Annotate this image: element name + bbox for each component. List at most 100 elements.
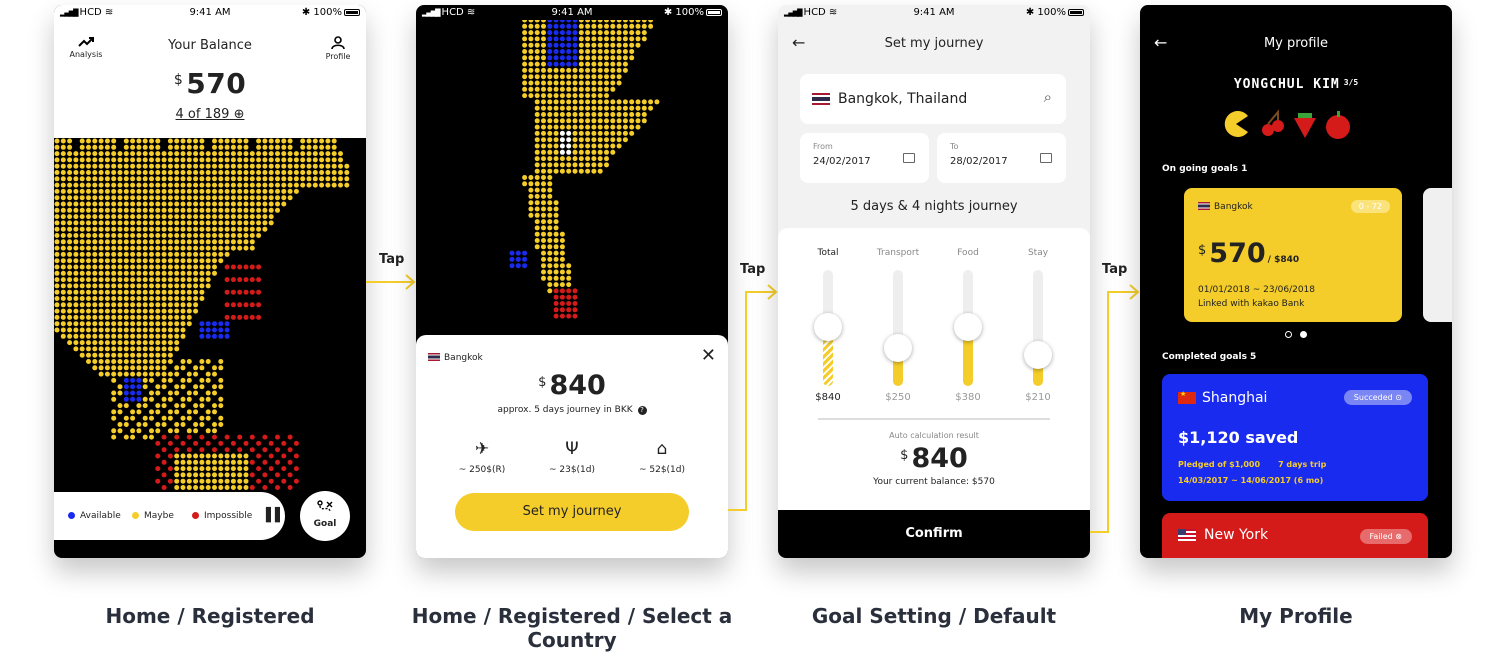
map-dot bbox=[155, 352, 161, 358]
goal-dates: 01/01/2018 ~ 23/06/2018 bbox=[1198, 285, 1316, 295]
map-dot bbox=[553, 20, 559, 23]
map-dot bbox=[559, 231, 565, 237]
slider-track[interactable] bbox=[884, 270, 912, 386]
map-dot bbox=[243, 453, 249, 459]
map-dot bbox=[123, 270, 129, 276]
map-dot bbox=[186, 359, 192, 364]
map-dot bbox=[212, 409, 217, 415]
map-dot bbox=[142, 138, 148, 144]
map-dot bbox=[541, 30, 546, 36]
map-dot bbox=[123, 403, 129, 409]
completed-goal-card[interactable]: Shanghai Succeded ⊙ $1,120 saved Pledged… bbox=[1162, 374, 1428, 501]
map-dot bbox=[553, 256, 559, 262]
page-dot[interactable] bbox=[1300, 331, 1307, 338]
map-dot bbox=[60, 314, 66, 320]
map-dot bbox=[104, 239, 110, 245]
map-dot bbox=[180, 365, 186, 371]
slider-handle[interactable] bbox=[814, 312, 842, 341]
map-dot bbox=[130, 327, 136, 333]
slider-track[interactable] bbox=[814, 270, 842, 386]
transport-slider[interactable]: Transport $250 bbox=[868, 248, 928, 403]
map-dot bbox=[73, 239, 79, 245]
map-dot bbox=[604, 93, 609, 99]
help-icon[interactable]: ? bbox=[637, 406, 647, 415]
map-dot bbox=[155, 201, 161, 207]
food-slider[interactable]: Food $380 bbox=[938, 248, 998, 403]
map-dot bbox=[528, 212, 534, 218]
map-dot bbox=[218, 176, 224, 182]
map-dot bbox=[218, 478, 224, 484]
map-dot bbox=[111, 428, 117, 434]
map-dot bbox=[230, 170, 236, 175]
map-dot bbox=[597, 112, 603, 117]
page-dot-active[interactable] bbox=[1285, 331, 1292, 338]
map-dot bbox=[591, 124, 597, 130]
map-dot bbox=[67, 321, 73, 327]
search-icon[interactable]: ⌕ bbox=[1044, 88, 1052, 106]
profile-button[interactable]: Profile bbox=[320, 36, 356, 61]
countries-count-link[interactable]: 4 of 189 ⊕ bbox=[54, 107, 366, 122]
map-dot bbox=[123, 251, 129, 257]
total-slider[interactable]: Total $840 bbox=[798, 248, 858, 403]
map-dot bbox=[578, 130, 584, 136]
destination-search[interactable]: Bangkok, Thailand ⌕ bbox=[800, 74, 1066, 124]
goal-city: Shanghai bbox=[1202, 390, 1268, 406]
to-date-field[interactable]: To 28/02/2017 bbox=[937, 133, 1066, 183]
map-dot bbox=[331, 163, 337, 169]
ongoing-goal-card[interactable]: Bangkok 0 - 72 $570/ $840 01/01/2018 ~ 2… bbox=[1184, 188, 1402, 322]
map-dot bbox=[338, 176, 343, 182]
map-dot bbox=[604, 112, 609, 117]
goal-button[interactable]: Goal bbox=[300, 491, 350, 541]
from-date-field[interactable]: From 24/02/2017 bbox=[800, 133, 929, 183]
carousel-pager[interactable] bbox=[1140, 331, 1452, 340]
map-dot bbox=[142, 434, 148, 440]
map-dot bbox=[572, 49, 578, 54]
map-dot bbox=[541, 206, 546, 212]
map-dot bbox=[130, 302, 136, 308]
slider-track[interactable] bbox=[1024, 270, 1052, 386]
map-dot bbox=[142, 182, 148, 188]
map-dot bbox=[578, 80, 584, 86]
slider-track[interactable] bbox=[954, 270, 982, 386]
dot-world-map[interactable] bbox=[54, 138, 366, 493]
stay-slider[interactable]: Stay $210 bbox=[1008, 248, 1068, 403]
map-dot bbox=[149, 188, 154, 194]
map-dot bbox=[635, 99, 641, 105]
map-dot bbox=[528, 206, 534, 212]
set-my-journey-button[interactable]: Set my journey bbox=[455, 493, 689, 531]
pause-icon[interactable]: ▌▌ bbox=[266, 508, 285, 523]
slider-handle[interactable] bbox=[1024, 340, 1052, 369]
map-dot bbox=[149, 371, 154, 377]
map-dot bbox=[149, 207, 154, 213]
map-dot bbox=[186, 472, 192, 478]
next-goal-card[interactable] bbox=[1423, 188, 1452, 322]
map-dot bbox=[534, 187, 540, 193]
slider-handle[interactable] bbox=[954, 312, 982, 341]
map-dot bbox=[180, 251, 186, 257]
map-dot bbox=[591, 99, 597, 105]
map-dot bbox=[306, 151, 312, 157]
slider-handle[interactable] bbox=[884, 333, 912, 362]
map-dot bbox=[167, 415, 173, 421]
map-dot bbox=[117, 428, 123, 434]
dot-thailand-map[interactable] bbox=[416, 20, 728, 340]
map-dot bbox=[224, 277, 230, 283]
map-dot bbox=[155, 239, 161, 245]
map-dot bbox=[610, 36, 616, 42]
map-dot bbox=[130, 321, 136, 327]
map-dot bbox=[155, 428, 161, 434]
close-button[interactable]: ✕ bbox=[701, 345, 716, 366]
map-dot bbox=[193, 302, 199, 308]
map-dot bbox=[199, 478, 205, 484]
map-dot bbox=[262, 214, 268, 220]
map-dot bbox=[92, 239, 98, 245]
completed-goal-card[interactable]: New York Failed ⊗ bbox=[1162, 513, 1428, 558]
map-dot bbox=[541, 149, 546, 155]
map-dot bbox=[130, 434, 136, 440]
confirm-button[interactable]: Confirm bbox=[778, 510, 1090, 558]
map-dot bbox=[268, 163, 274, 169]
map-dot bbox=[174, 333, 180, 339]
destination-input[interactable]: Bangkok, Thailand bbox=[838, 91, 967, 107]
map-dot bbox=[180, 333, 186, 339]
country-name: Bangkok bbox=[444, 353, 483, 363]
